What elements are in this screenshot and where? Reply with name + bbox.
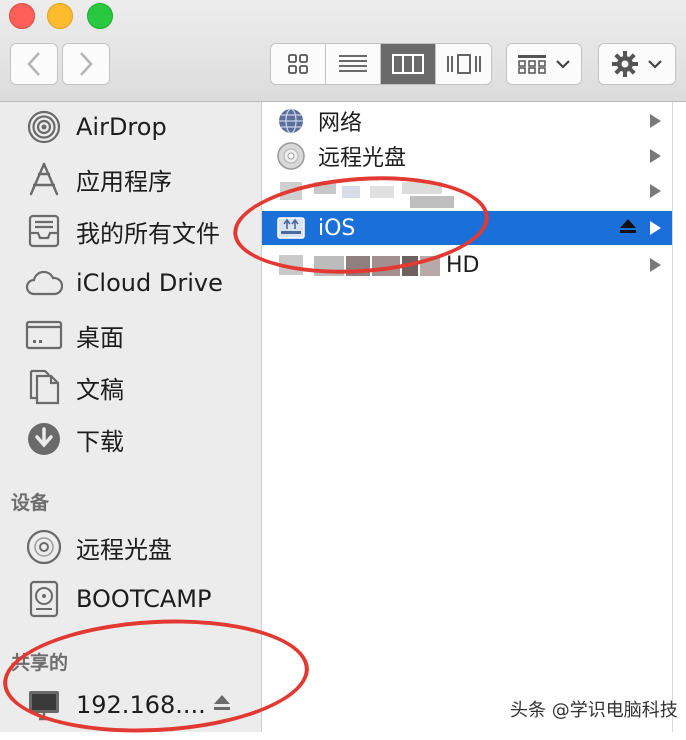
sidebar-item-label: BOOTCAMP <box>76 585 212 613</box>
icon-view-icon <box>288 54 308 74</box>
chevron-down-icon <box>648 60 662 69</box>
forward-button[interactable] <box>62 43 110 85</box>
hard-drive-icon <box>24 579 64 619</box>
column-item-label: 远程光盘 <box>318 146 407 171</box>
chevron-right-icon <box>650 258 661 272</box>
sidebar-item-downloads[interactable]: 下载 <box>24 416 124 462</box>
list-view-button[interactable] <box>326 44 381 84</box>
network-globe-icon <box>276 106 306 136</box>
all-files-icon <box>24 211 64 251</box>
chevron-right-icon <box>80 52 93 76</box>
chevron-down-icon <box>556 60 570 69</box>
coverflow-view-button[interactable] <box>436 44 491 84</box>
disc-icon <box>24 527 64 567</box>
applications-icon <box>24 159 64 199</box>
sidebar-item-documents[interactable]: 文稿 <box>24 364 124 410</box>
watermark: 头条 @学识电脑科技 <box>510 700 678 721</box>
arrange-button[interactable] <box>506 43 582 85</box>
sidebar-item-label: 远程光盘 <box>76 535 172 564</box>
column-item-label: 网络 <box>318 111 363 136</box>
sidebar-item-label: 文稿 <box>76 375 124 404</box>
column-view-icon <box>392 54 424 74</box>
next-column-pane <box>673 102 686 732</box>
cloud-icon <box>24 263 64 303</box>
chevron-right-icon <box>650 184 661 198</box>
back-button[interactable] <box>10 43 58 85</box>
airdrop-icon <box>24 107 64 147</box>
column-view-button[interactable] <box>381 44 436 84</box>
sidebar-item-label: AirDrop <box>76 113 167 141</box>
chevron-right-icon <box>650 221 661 235</box>
close-button[interactable] <box>9 3 35 29</box>
column-item-network[interactable]: 网络 <box>262 104 672 138</box>
sidebar-item-airdrop[interactable]: AirDrop <box>24 104 167 150</box>
chevron-left-icon <box>27 52 40 76</box>
sidebar-item-label: 桌面 <box>76 323 124 352</box>
list-view-icon <box>339 55 367 72</box>
chevron-right-icon <box>650 114 661 128</box>
chevron-right-icon <box>650 149 661 163</box>
minimize-button[interactable] <box>47 3 73 29</box>
eject-icon[interactable] <box>618 217 638 239</box>
sidebar-item-label: 下载 <box>76 427 124 456</box>
column-item-remote-disc[interactable]: 远程光盘 <box>262 139 672 173</box>
view-mode-selector <box>270 43 492 85</box>
desktop-icon <box>24 315 64 355</box>
disc-icon <box>276 141 306 171</box>
sidebar-item-remote-disc[interactable]: 远程光盘 <box>24 524 172 570</box>
sidebar-item-label: iCloud Drive <box>76 269 223 297</box>
zoom-button[interactable] <box>87 3 113 29</box>
sidebar-section-devices: 设备 <box>11 492 50 514</box>
sidebar-item-applications[interactable]: 应用程序 <box>24 156 172 202</box>
sidebar-item-label: 我的所有文件 <box>76 219 220 248</box>
documents-icon <box>24 367 64 407</box>
coverflow-view-icon <box>446 54 481 74</box>
sidebar-item-label: 应用程序 <box>76 167 172 196</box>
sidebar-item-icloud-drive[interactable]: iCloud Drive <box>24 260 223 306</box>
gear-icon <box>612 51 638 77</box>
sidebar-item-desktop[interactable]: 桌面 <box>24 312 124 358</box>
sidebar-item-bootcamp[interactable]: BOOTCAMP <box>24 576 211 622</box>
sidebar-item-all-files[interactable]: 我的所有文件 <box>24 208 220 254</box>
column-item-label: HD <box>446 252 480 278</box>
download-icon <box>24 419 64 459</box>
finder-toolbar <box>0 0 686 102</box>
action-button[interactable] <box>598 43 676 85</box>
arrange-grid-icon <box>518 55 546 74</box>
icon-view-button[interactable] <box>271 44 326 84</box>
